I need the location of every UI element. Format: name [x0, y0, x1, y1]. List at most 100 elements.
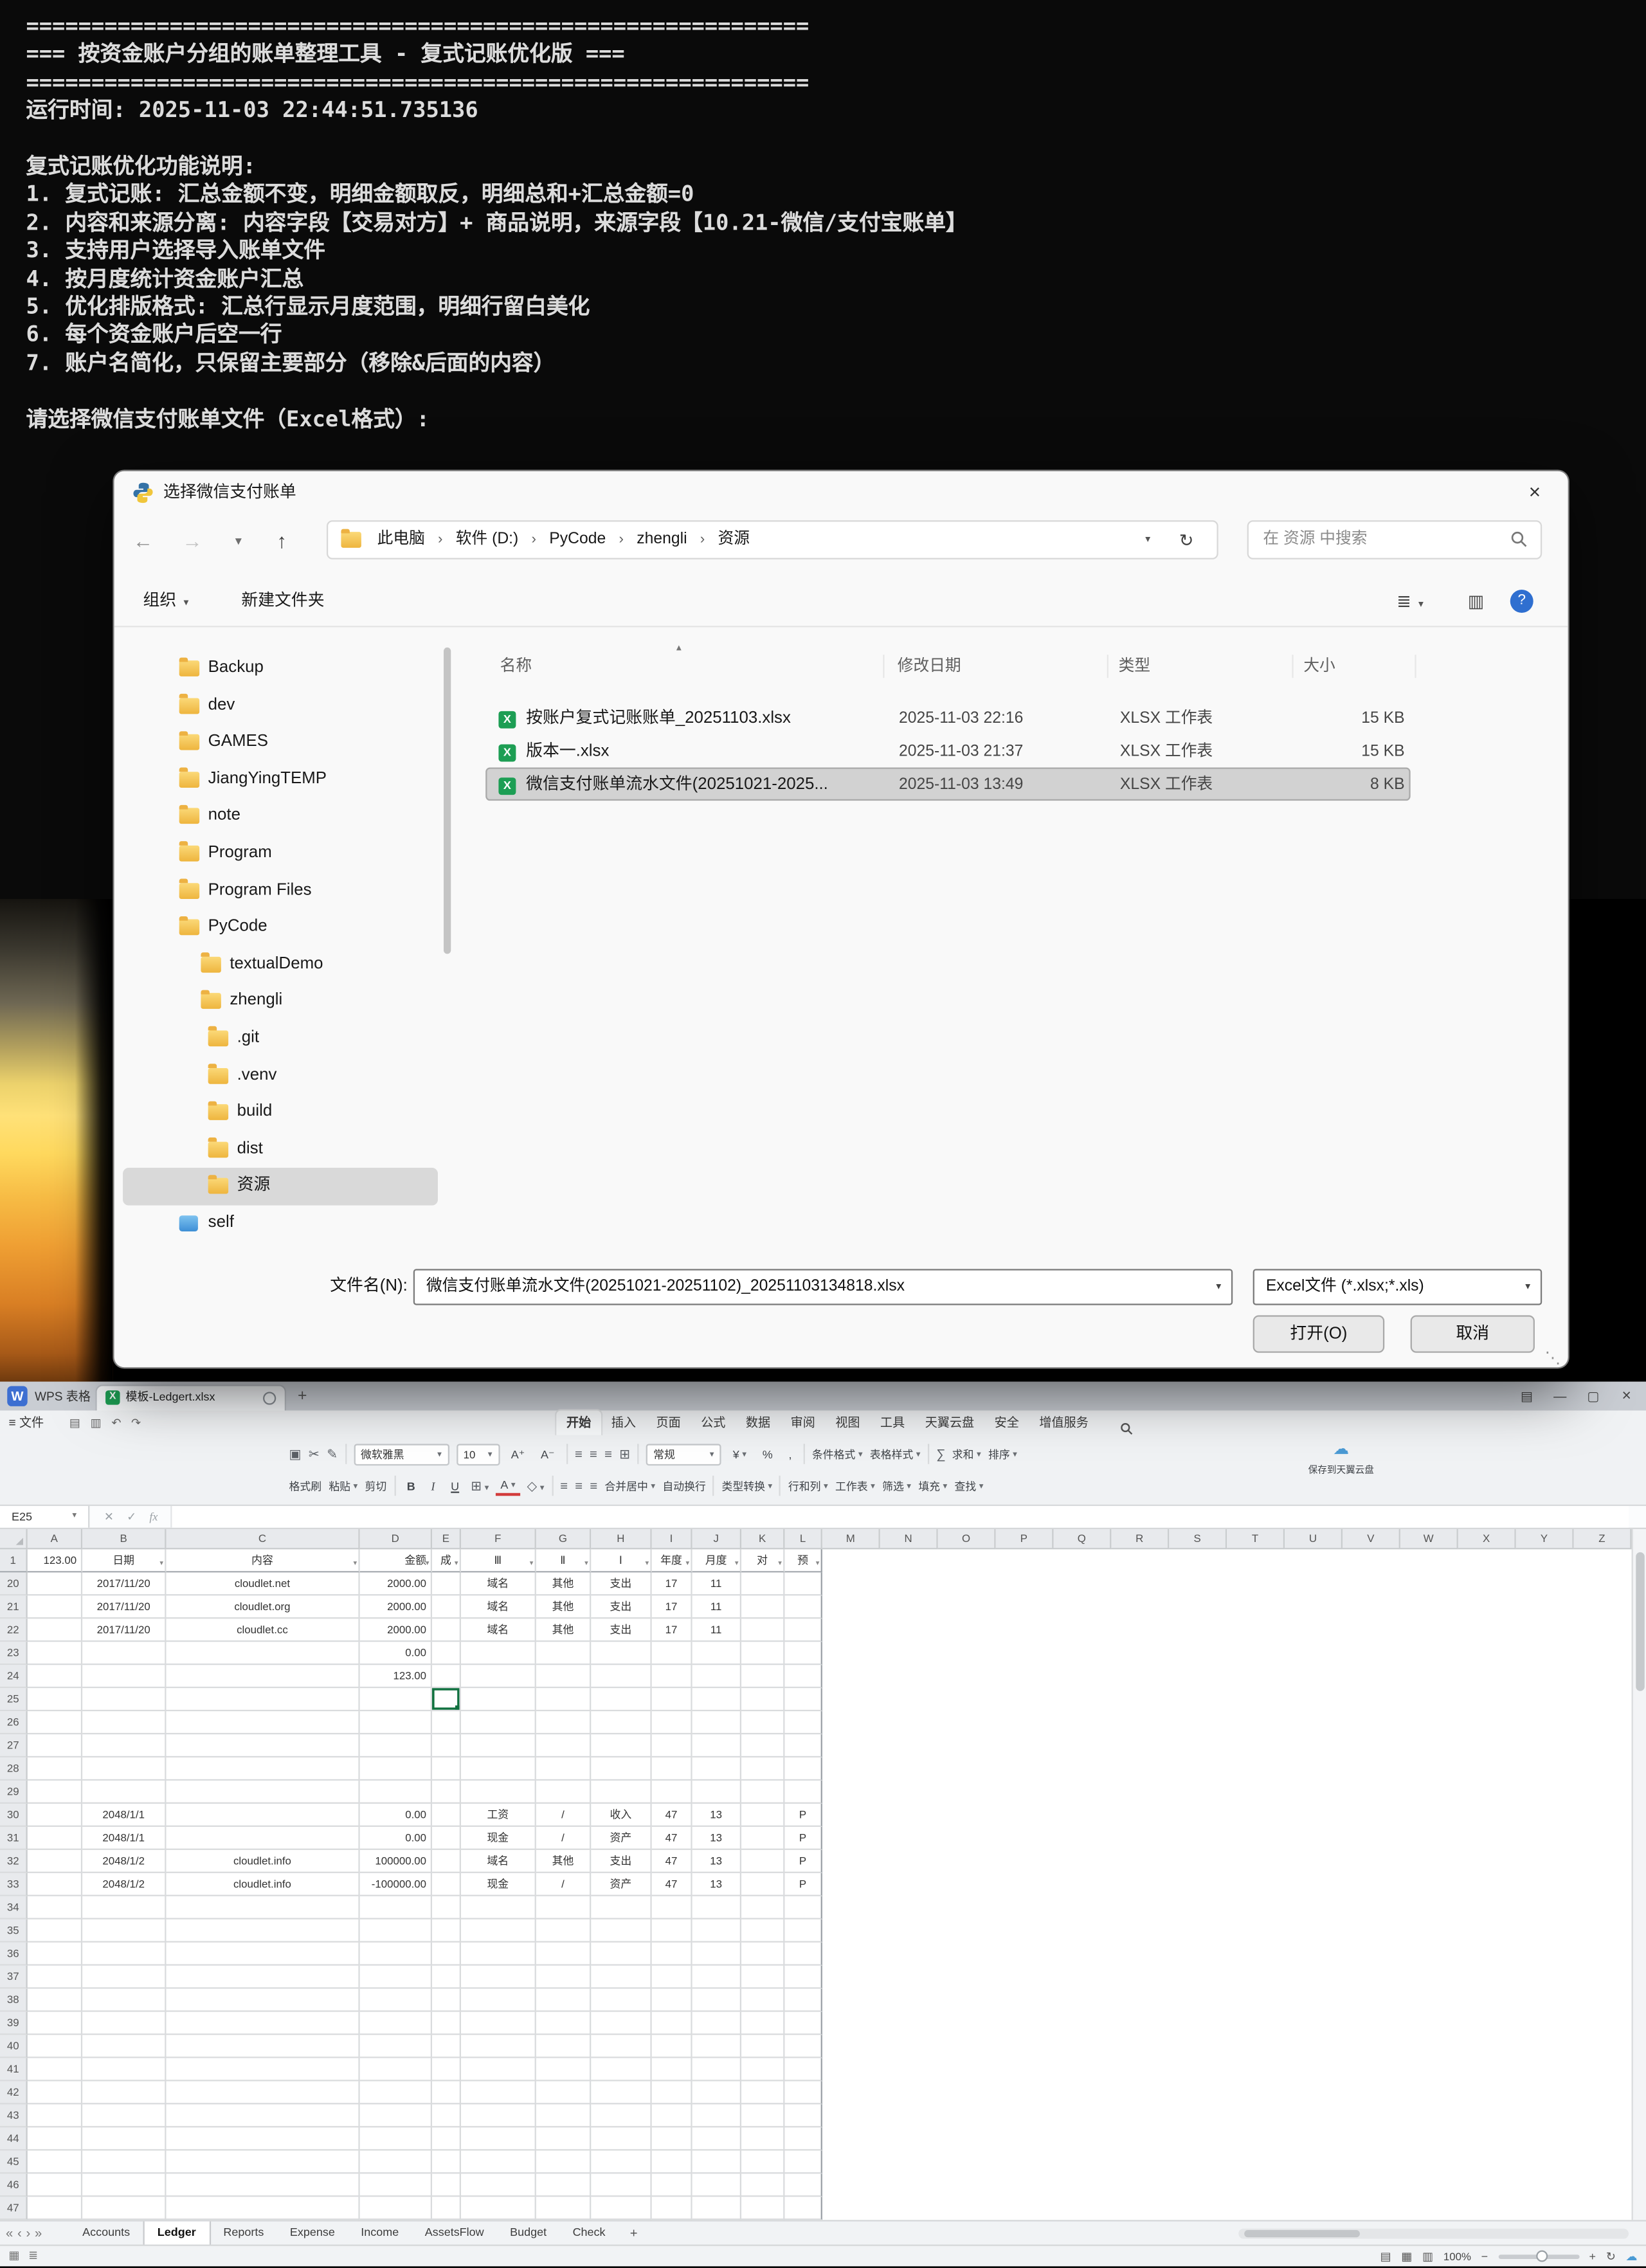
column-header[interactable]: L	[784, 1529, 822, 1549]
cell[interactable]	[536, 1919, 591, 1943]
cell[interactable]	[432, 2127, 461, 2150]
filter-dropdown-icon[interactable]: ▾	[584, 1561, 588, 1568]
row-number[interactable]: 24	[0, 1665, 28, 1688]
row-number[interactable]: 41	[0, 2058, 28, 2082]
column-header[interactable]: F	[461, 1529, 536, 1549]
cell[interactable]: Ⅲ▾	[461, 1549, 536, 1572]
column-header[interactable]: E	[432, 1529, 461, 1549]
cell[interactable]	[28, 2150, 82, 2173]
cell[interactable]	[360, 2082, 432, 2105]
tree-item[interactable]: JiangYingTEMP	[123, 761, 438, 799]
menu-tab[interactable]: 视图	[826, 1411, 871, 1435]
cell[interactable]	[432, 1989, 461, 2012]
cell[interactable]: cloudlet.cc	[166, 1619, 359, 1642]
row-number[interactable]: 21	[0, 1595, 28, 1619]
cell[interactable]	[741, 1919, 784, 1943]
cell[interactable]	[536, 1781, 591, 1804]
cell[interactable]	[461, 1642, 536, 1665]
cell[interactable]	[166, 2197, 359, 2220]
cell[interactable]: 域名	[461, 1619, 536, 1642]
row-number[interactable]: 29	[0, 1781, 28, 1804]
cell[interactable]	[784, 2150, 822, 2173]
cell[interactable]	[28, 1572, 82, 1595]
cell[interactable]: 0.00	[360, 1804, 432, 1827]
breadcrumb-item[interactable]: zhengli	[634, 522, 690, 558]
cell[interactable]	[692, 1665, 741, 1688]
cell[interactable]	[784, 2012, 822, 2035]
cell[interactable]	[652, 1734, 692, 1757]
cell[interactable]: 2017/11/20	[82, 1619, 166, 1642]
cell[interactable]	[536, 1989, 591, 2012]
cell[interactable]	[82, 2035, 166, 2058]
cell[interactable]	[591, 2058, 651, 2082]
row-number[interactable]: 38	[0, 1989, 28, 2012]
row-number[interactable]: 22	[0, 1619, 28, 1642]
cell[interactable]: 13	[692, 1827, 741, 1850]
wrap-text-button[interactable]: 自动换行	[662, 1478, 705, 1494]
sheet-tab[interactable]: Check	[559, 2222, 618, 2245]
border-style-icon[interactable]: ⊞▾	[471, 1479, 489, 1492]
cell[interactable]	[432, 1966, 461, 1989]
row-number[interactable]: 47	[0, 2197, 28, 2220]
cell[interactable]	[432, 2058, 461, 2082]
cell[interactable]	[591, 1757, 651, 1781]
cell[interactable]	[28, 1896, 82, 1919]
cell[interactable]	[741, 2035, 784, 2058]
cell[interactable]: 2048/1/1	[82, 1827, 166, 1850]
cell[interactable]	[652, 1642, 692, 1665]
cell[interactable]	[536, 1757, 591, 1781]
format-painter-icon[interactable]: ✎	[327, 1447, 338, 1460]
cell[interactable]	[28, 2127, 82, 2150]
cell[interactable]	[28, 1966, 82, 1989]
cell[interactable]: cloudlet.net	[166, 1572, 359, 1595]
cell[interactable]	[28, 2058, 82, 2082]
cell[interactable]	[692, 1781, 741, 1804]
fill-color-icon[interactable]: ◇▾	[527, 1479, 545, 1492]
cell[interactable]	[784, 2105, 822, 2128]
menu-tab[interactable]: 页面	[646, 1411, 691, 1435]
cell[interactable]	[784, 1595, 822, 1619]
cell[interactable]	[591, 1688, 651, 1711]
cell[interactable]	[692, 2173, 741, 2197]
cell[interactable]: 预▾	[784, 1549, 822, 1572]
cell[interactable]	[741, 1595, 784, 1619]
cell[interactable]	[536, 2058, 591, 2082]
cell[interactable]	[166, 1711, 359, 1734]
currency-icon[interactable]: ¥▾	[728, 1443, 751, 1465]
cell[interactable]	[652, 1919, 692, 1943]
cell[interactable]	[432, 1804, 461, 1827]
cell[interactable]	[692, 2105, 741, 2128]
select-all-corner[interactable]	[0, 1529, 28, 1549]
cell[interactable]: 域名	[461, 1572, 536, 1595]
cell[interactable]	[652, 1711, 692, 1734]
cell[interactable]: 成▾	[432, 1549, 461, 1572]
cell[interactable]	[741, 1665, 784, 1688]
cell[interactable]: 13	[692, 1804, 741, 1827]
cell[interactable]: 17	[652, 1595, 692, 1619]
zoom-out-icon[interactable]: −	[1481, 2251, 1488, 2263]
cell[interactable]	[166, 1734, 359, 1757]
conditional-format-button[interactable]: 条件格式▾	[812, 1446, 863, 1462]
filter-dropdown-icon[interactable]: ▾	[159, 1561, 163, 1568]
comma-style-icon[interactable]: ,	[784, 1443, 797, 1465]
up-icon[interactable]: ↑	[264, 514, 299, 567]
tree-item[interactable]: 资源	[123, 1168, 438, 1206]
cell[interactable]: 2000.00	[360, 1595, 432, 1619]
cell[interactable]	[536, 2197, 591, 2220]
tree-item[interactable]: Program	[123, 835, 438, 873]
cell[interactable]	[652, 2173, 692, 2197]
tree-item[interactable]: .venv	[123, 1057, 438, 1094]
column-header[interactable]: X	[1458, 1529, 1516, 1549]
tree-scrollbar-thumb[interactable]	[444, 648, 451, 954]
cell[interactable]	[432, 1595, 461, 1619]
cell[interactable]	[166, 1804, 359, 1827]
borders-icon[interactable]: ⊞	[619, 1447, 630, 1460]
cell[interactable]	[652, 2150, 692, 2173]
column-header-date[interactable]: 修改日期	[898, 648, 961, 685]
row-number[interactable]: 23	[0, 1642, 28, 1665]
cell[interactable]	[28, 1734, 82, 1757]
cell[interactable]	[536, 1734, 591, 1757]
tree-item[interactable]: self	[123, 1205, 438, 1242]
column-header[interactable]: W	[1400, 1529, 1458, 1549]
column-header[interactable]: V	[1343, 1529, 1400, 1549]
